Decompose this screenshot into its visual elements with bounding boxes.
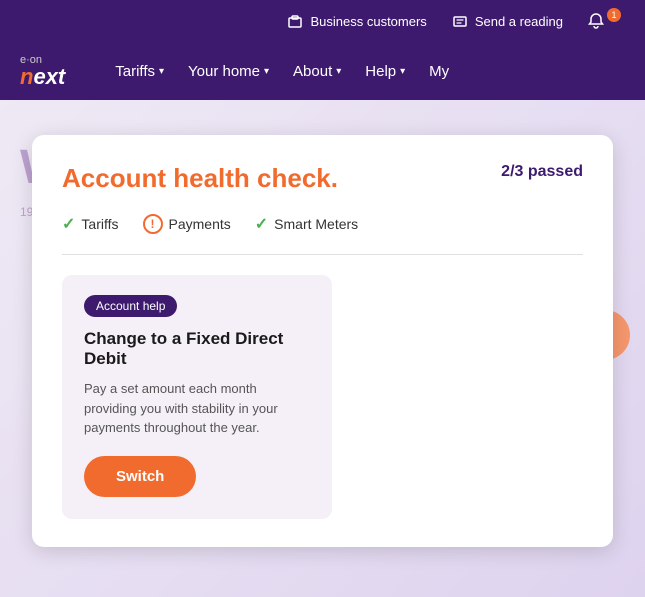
nav-item-about[interactable]: About ▾: [283, 55, 351, 88]
nav-my-label: My: [429, 63, 449, 80]
send-reading-link[interactable]: Send a reading: [451, 12, 563, 30]
notification-bell[interactable]: 1: [587, 12, 625, 30]
modal-checks: ✓ Tariffs ! Payments ✓ Smart Meters: [62, 214, 583, 234]
chevron-down-icon: ▾: [159, 66, 164, 77]
chevron-down-icon: ▾: [400, 66, 405, 77]
nav-item-tariffs[interactable]: Tariffs ▾: [105, 55, 174, 88]
action-card: Account help Change to a Fixed Direct De…: [62, 275, 332, 519]
logo[interactable]: e·on next: [20, 55, 65, 88]
send-reading-icon: [451, 12, 469, 30]
modal-title: Account health check.: [62, 163, 338, 194]
modal-divider: [62, 254, 583, 255]
switch-button[interactable]: Switch: [84, 456, 196, 497]
notification-badge: 1: [607, 8, 621, 22]
check-ok-icon: ✓: [255, 214, 268, 234]
check-tariffs: ✓ Tariffs: [62, 214, 119, 234]
chevron-down-icon: ▾: [264, 66, 269, 77]
business-icon: [286, 12, 304, 30]
send-reading-label: Send a reading: [475, 14, 563, 29]
nav-item-your-home[interactable]: Your home ▾: [178, 55, 279, 88]
check-smart-meters-label: Smart Meters: [274, 216, 358, 232]
nav-your-home-label: Your home: [188, 63, 260, 80]
check-smart-meters: ✓ Smart Meters: [255, 214, 358, 234]
action-description: Pay a set amount each month providing yo…: [84, 379, 310, 438]
action-title: Change to a Fixed Direct Debit: [84, 329, 310, 369]
check-payments-label: Payments: [169, 216, 231, 232]
nav-items: Tariffs ▾ Your home ▾ About ▾ Help ▾ My: [105, 55, 625, 88]
account-health-modal: Account health check. 2/3 passed ✓ Tarif…: [32, 135, 613, 547]
nav-bar: e·on next Tariffs ▾ Your home ▾ About ▾ …: [0, 42, 645, 100]
bell-icon: [587, 12, 605, 30]
action-tag: Account help: [84, 295, 177, 317]
check-warn-icon: !: [143, 214, 163, 234]
business-customers-label: Business customers: [310, 14, 426, 29]
modal-score: 2/3 passed: [501, 163, 583, 181]
nav-help-label: Help: [365, 63, 396, 80]
modal-header: Account health check. 2/3 passed: [62, 163, 583, 194]
nav-item-my[interactable]: My: [419, 55, 459, 88]
chevron-down-icon: ▾: [336, 66, 341, 77]
business-customers-link[interactable]: Business customers: [286, 12, 426, 30]
check-ok-icon: ✓: [62, 214, 75, 234]
top-bar: Business customers Send a reading 1: [0, 0, 645, 42]
check-payments: ! Payments: [143, 214, 231, 234]
nav-about-label: About: [293, 63, 332, 80]
check-tariffs-label: Tariffs: [81, 216, 118, 232]
nav-item-help[interactable]: Help ▾: [355, 55, 415, 88]
logo-main-text: next: [20, 66, 65, 88]
nav-tariffs-label: Tariffs: [115, 63, 155, 80]
